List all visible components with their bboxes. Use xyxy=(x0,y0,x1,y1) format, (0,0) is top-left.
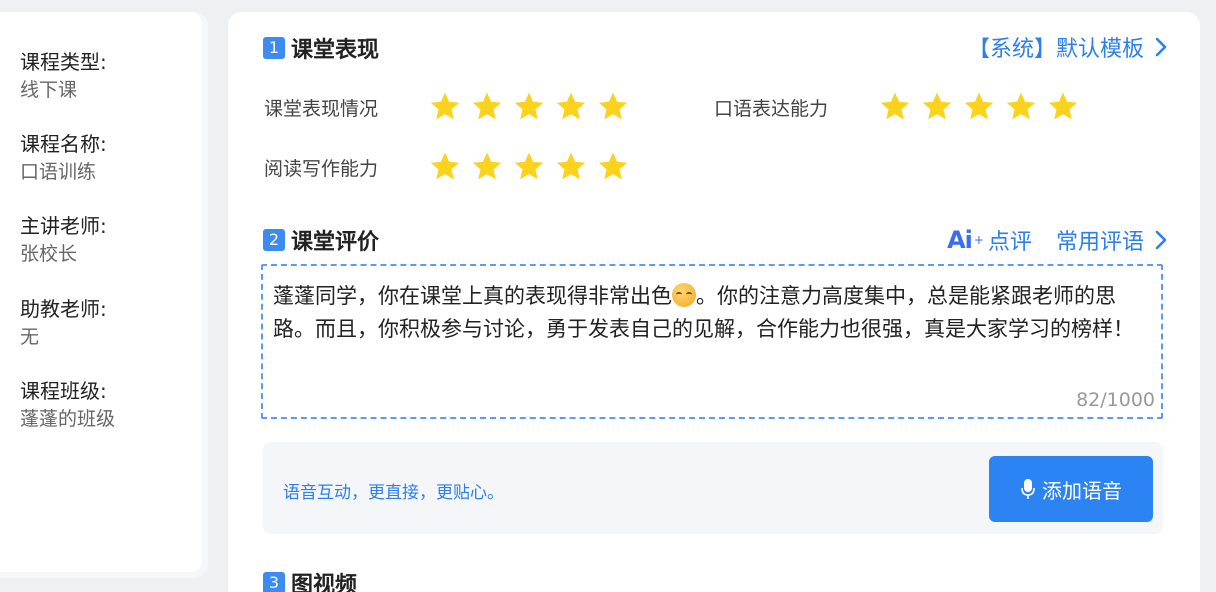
section-number-badge: 1 xyxy=(263,37,285,59)
voice-tip: 语音互动，更直接，更贴心。 xyxy=(283,483,504,503)
course-class-label: 课程班级: xyxy=(20,379,107,403)
course-name-label: 课程名称: xyxy=(20,132,107,156)
star-rating[interactable] xyxy=(428,90,638,124)
course-type-label: 课程类型: xyxy=(20,50,107,74)
star-icon[interactable] xyxy=(512,90,546,124)
rating-class-performance: 课堂表现情况 xyxy=(264,90,638,124)
smile-emoji-icon xyxy=(672,283,696,307)
course-type-value: 线下课 xyxy=(20,79,78,101)
section-performance-header: 1 课堂表现 xyxy=(263,32,379,64)
star-icon[interactable] xyxy=(596,90,630,124)
lead-teacher-item: 主讲老师: 张校长 xyxy=(20,212,107,268)
section-title: 课堂评价 xyxy=(291,230,380,255)
ai-logo-icon: Ai xyxy=(947,226,973,254)
chevron-right-icon xyxy=(1155,37,1167,57)
common-phrases-button[interactable]: 常用评语 xyxy=(1056,224,1172,256)
course-info-panel: 课程类型: 线下课 课程名称: 口语训练 主讲老师: 张校长 助教老师: 无 课… xyxy=(0,12,208,578)
assistant-teacher-label: 助教老师: xyxy=(20,297,107,321)
rating-oral-expression: 口语表达能力 xyxy=(714,90,1088,124)
rating-reading-writing: 阅读写作能力 xyxy=(264,150,638,184)
star-icon[interactable] xyxy=(596,150,630,184)
star-icon[interactable] xyxy=(512,150,546,184)
common-phrases-label: 常用评语 xyxy=(1055,230,1144,255)
section-media-header: 3 图视频 xyxy=(263,567,357,592)
star-icon[interactable] xyxy=(1046,90,1080,124)
star-icon[interactable] xyxy=(962,90,996,124)
evaluation-textarea[interactable]: 蓬蓬同学，你在课堂上真的表现得非常出色 。你的注意力高度集中，总是能紧跟老师的思路… xyxy=(261,264,1163,419)
course-name-value: 口语训练 xyxy=(20,161,97,183)
ai-comment-label: 点评 xyxy=(987,230,1032,255)
add-voice-button[interactable]: 添加语音 xyxy=(989,456,1153,522)
voice-section: 语音互动，更直接，更贴心。 添加语音 xyxy=(263,442,1163,534)
star-icon[interactable] xyxy=(470,150,504,184)
section-evaluation-header: 2 课堂评价 xyxy=(263,224,379,256)
assistant-teacher-item: 助教老师: 无 xyxy=(20,295,107,351)
star-icon[interactable] xyxy=(878,90,912,124)
assistant-teacher-value: 无 xyxy=(20,326,40,348)
rating-label: 课堂表现情况 xyxy=(264,97,379,120)
add-voice-label: 添加语音 xyxy=(1042,478,1122,503)
star-icon[interactable] xyxy=(554,150,588,184)
star-icon[interactable] xyxy=(428,150,462,184)
course-class-item: 课程班级: 蓬蓬的班级 xyxy=(20,377,115,433)
star-rating[interactable] xyxy=(428,150,638,184)
course-info-card: 课程类型: 线下课 课程名称: 口语训练 主讲老师: 张校长 助教老师: 无 课… xyxy=(0,12,202,572)
star-icon[interactable] xyxy=(554,90,588,124)
lead-teacher-value: 张校长 xyxy=(20,243,78,265)
star-icon[interactable] xyxy=(1004,90,1038,124)
template-link-label: 【系统】默认模板 xyxy=(967,37,1144,62)
section-number-badge: 3 xyxy=(263,572,285,592)
evaluation-card: 1 课堂表现 【系统】默认模板 课堂表现情况 口语表达能力 阅读写作能力 2 课… xyxy=(228,12,1200,592)
char-counter: 82/1000 xyxy=(1076,389,1155,411)
star-rating[interactable] xyxy=(878,90,1088,124)
course-name-item: 课程名称: 口语训练 xyxy=(20,130,107,186)
star-icon[interactable] xyxy=(920,90,954,124)
evaluation-actions: Ai + 点评 常用评语 xyxy=(947,224,1172,256)
rating-label: 阅读写作能力 xyxy=(264,157,379,180)
section-number-badge: 2 xyxy=(263,229,285,251)
chevron-right-icon xyxy=(1155,230,1167,250)
rating-label: 口语表达能力 xyxy=(714,97,829,120)
course-class-value: 蓬蓬的班级 xyxy=(20,408,116,430)
star-icon[interactable] xyxy=(470,90,504,124)
ai-sparkle-icon: + xyxy=(973,233,984,247)
star-icon[interactable] xyxy=(428,90,462,124)
evaluation-text[interactable]: 蓬蓬同学，你在课堂上真的表现得非常出色 。你的注意力高度集中，总是能紧跟老师的思路… xyxy=(273,280,1153,346)
course-type-item: 课程类型: 线下课 xyxy=(20,48,107,104)
lead-teacher-label: 主讲老师: xyxy=(20,214,107,238)
section-title: 图视频 xyxy=(291,573,358,592)
microphone-icon xyxy=(1021,479,1035,499)
evaluation-text-start: 蓬蓬同学，你在课堂上真的表现得非常出色 xyxy=(273,284,672,308)
section-title: 课堂表现 xyxy=(291,38,380,63)
ai-comment-button[interactable]: Ai + 点评 xyxy=(947,224,1032,256)
template-select-link[interactable]: 【系统】默认模板 xyxy=(968,31,1172,63)
